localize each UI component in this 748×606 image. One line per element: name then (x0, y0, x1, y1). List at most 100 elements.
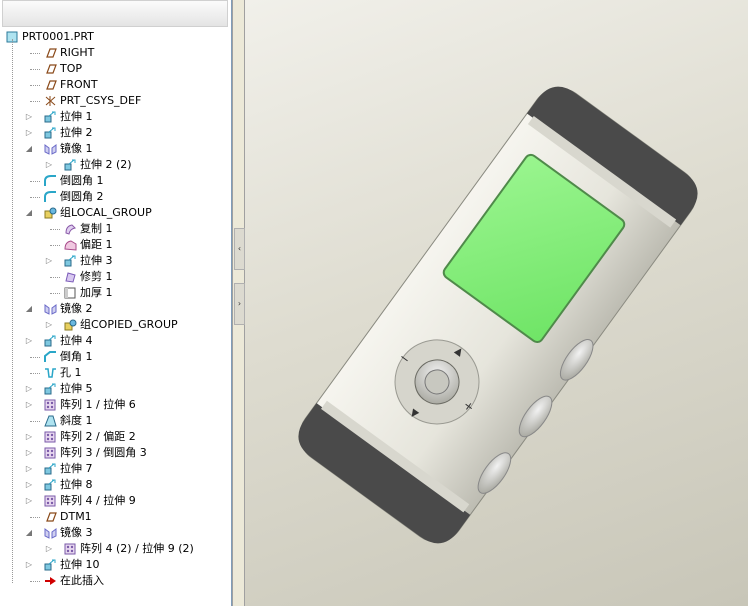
tree-item[interactable]: ▷ 拉伸 1 (0, 109, 231, 125)
expand-toggle-icon[interactable]: ▷ (44, 317, 54, 333)
tree-item[interactable]: ▷ 拉伸 8 (0, 477, 231, 493)
panel-splitter[interactable]: ‹ › (232, 0, 245, 606)
tree-item[interactable]: PRT0001.PRT (0, 29, 231, 45)
collapse-toggle-icon[interactable]: ◢ (24, 301, 34, 317)
round-icon (44, 175, 57, 187)
tree-item-label: FRONT (60, 78, 98, 91)
tree-item-label: PRT0001.PRT (22, 30, 94, 43)
tree-item-label: 拉伸 3 (80, 254, 113, 267)
tree-item-label: 阵列 2 / 偏距 2 (60, 430, 136, 443)
tree-item-label: RIGHT (60, 46, 95, 59)
tree-item[interactable]: 加厚 1 (0, 285, 231, 301)
tree-item-label: 阵列 3 / 倒圆角 3 (60, 446, 147, 459)
extrude-icon (44, 463, 57, 475)
tree-item[interactable]: PRT_CSYS_DEF (0, 93, 231, 109)
tree-item[interactable]: 倒圆角 2 (0, 189, 231, 205)
tree-item[interactable]: ▷ 阵列 1 / 拉伸 6 (0, 397, 231, 413)
tree-item-label: 倒圆角 1 (60, 174, 104, 187)
expand-toggle-icon[interactable]: ▷ (24, 477, 34, 493)
expand-toggle-icon[interactable]: ▷ (24, 429, 34, 445)
tree-item[interactable]: DTM1 (0, 509, 231, 525)
tree-item[interactable]: ◢ 镜像 2 (0, 301, 231, 317)
tree-item-label: 在此插入 (60, 574, 104, 587)
expand-toggle-icon[interactable]: ▷ (44, 253, 54, 269)
tree-item[interactable]: ▷ 阵列 4 (2) / 拉伸 9 (2) (0, 541, 231, 557)
tree-item[interactable]: ◢ 镜像 3 (0, 525, 231, 541)
tree-guide-line (12, 39, 13, 583)
expand-toggle-icon[interactable]: ▷ (44, 157, 54, 173)
tree-item[interactable]: 在此插入 (0, 573, 231, 589)
hole-icon (44, 367, 57, 379)
expand-toggle-icon[interactable]: ▷ (24, 109, 34, 125)
expand-toggle-icon[interactable]: ▷ (24, 125, 34, 141)
expand-panel-button[interactable]: › (234, 283, 245, 325)
csys-icon (44, 95, 57, 107)
tree-item-label: 镜像 1 (60, 142, 93, 155)
tree-item[interactable]: 偏距 1 (0, 237, 231, 253)
tree-item[interactable]: ▷ 拉伸 10 (0, 557, 231, 573)
tree-item[interactable]: ▷ 组COPIED_GROUP (0, 317, 231, 333)
tree-item[interactable]: FRONT (0, 77, 231, 93)
collapse-toggle-icon[interactable]: ◢ (24, 141, 34, 157)
tree-item-label: 组COPIED_GROUP (80, 318, 178, 331)
tree-item-label: 镜像 2 (60, 302, 93, 315)
tree-item-label: 阵列 1 / 拉伸 6 (60, 398, 136, 411)
extrude-icon (44, 559, 57, 571)
tree-item[interactable]: TOP (0, 61, 231, 77)
tree-item[interactable]: ▷ 拉伸 4 (0, 333, 231, 349)
tree-item-label: 斜度 1 (60, 414, 93, 427)
model-tree-header (2, 0, 228, 27)
tree-item[interactable]: 修剪 1 (0, 269, 231, 285)
expand-toggle-icon[interactable]: ▷ (24, 557, 34, 573)
tree-item-label: PRT_CSYS_DEF (60, 94, 142, 107)
tree-item[interactable]: ▷ 拉伸 5 (0, 381, 231, 397)
collapse-toggle-icon[interactable]: ◢ (24, 525, 34, 541)
tree-item-label: 拉伸 2 (60, 126, 93, 139)
tree-item[interactable]: RIGHT (0, 45, 231, 61)
expand-toggle-icon[interactable]: ▷ (24, 461, 34, 477)
tree-item[interactable]: ▷ 拉伸 3 (0, 253, 231, 269)
pattern-icon (44, 431, 57, 443)
tree-item[interactable]: ▷ 阵列 2 / 偏距 2 (0, 429, 231, 445)
expand-toggle-icon[interactable]: ▷ (24, 333, 34, 349)
round-icon (44, 191, 57, 203)
tree-item[interactable]: 斜度 1 (0, 413, 231, 429)
tree-item[interactable]: 倒角 1 (0, 349, 231, 365)
datum-plane-icon (44, 63, 57, 75)
expand-toggle-icon[interactable]: ▷ (24, 397, 34, 413)
tree-item-label: 孔 1 (60, 366, 82, 379)
expand-toggle-icon[interactable]: ▷ (24, 445, 34, 461)
tree-item[interactable]: ▷ 拉伸 2 (2) (0, 157, 231, 173)
tree-item-label: 加厚 1 (80, 286, 113, 299)
group-icon (64, 319, 77, 331)
expand-toggle-icon[interactable]: ▷ (24, 493, 34, 509)
expand-toggle-icon[interactable]: ▷ (24, 381, 34, 397)
tree-item[interactable]: ▷ 拉伸 7 (0, 461, 231, 477)
pattern-icon (44, 399, 57, 411)
tree-item-label: 阵列 4 / 拉伸 9 (60, 494, 136, 507)
pattern-icon (44, 447, 57, 459)
tree-item[interactable]: ◢ 镜像 1 (0, 141, 231, 157)
tree-item-label: 修剪 1 (80, 270, 113, 283)
tree-item[interactable]: 复制 1 (0, 221, 231, 237)
tree-item[interactable]: ▷ 阵列 4 / 拉伸 9 (0, 493, 231, 509)
tree-item[interactable]: ▷ 拉伸 2 (0, 125, 231, 141)
tree-item-label: 拉伸 5 (60, 382, 93, 395)
tree-item-label: 拉伸 7 (60, 462, 93, 475)
collapse-panel-button[interactable]: ‹ (234, 228, 245, 270)
tree-item-label: 组LOCAL_GROUP (60, 206, 152, 219)
tree-item[interactable]: 孔 1 (0, 365, 231, 381)
3d-graphics-viewport[interactable]: ▲ ▼ − + (245, 0, 748, 606)
tree-item[interactable]: ▷ 阵列 3 / 倒圆角 3 (0, 445, 231, 461)
tree-item[interactable]: 倒圆角 1 (0, 173, 231, 189)
collapse-toggle-icon[interactable]: ◢ (24, 205, 34, 221)
thicken-icon (64, 287, 77, 299)
mirror-icon (44, 143, 57, 155)
tree-item-label: 拉伸 4 (60, 334, 93, 347)
insert-here-arrow-icon (44, 575, 57, 587)
datum-plane-icon (44, 511, 57, 523)
expand-toggle-icon[interactable]: ▷ (44, 541, 54, 557)
draft-icon (44, 415, 57, 427)
tree-item[interactable]: ◢ 组LOCAL_GROUP (0, 205, 231, 221)
tree-item-label: 复制 1 (80, 222, 113, 235)
